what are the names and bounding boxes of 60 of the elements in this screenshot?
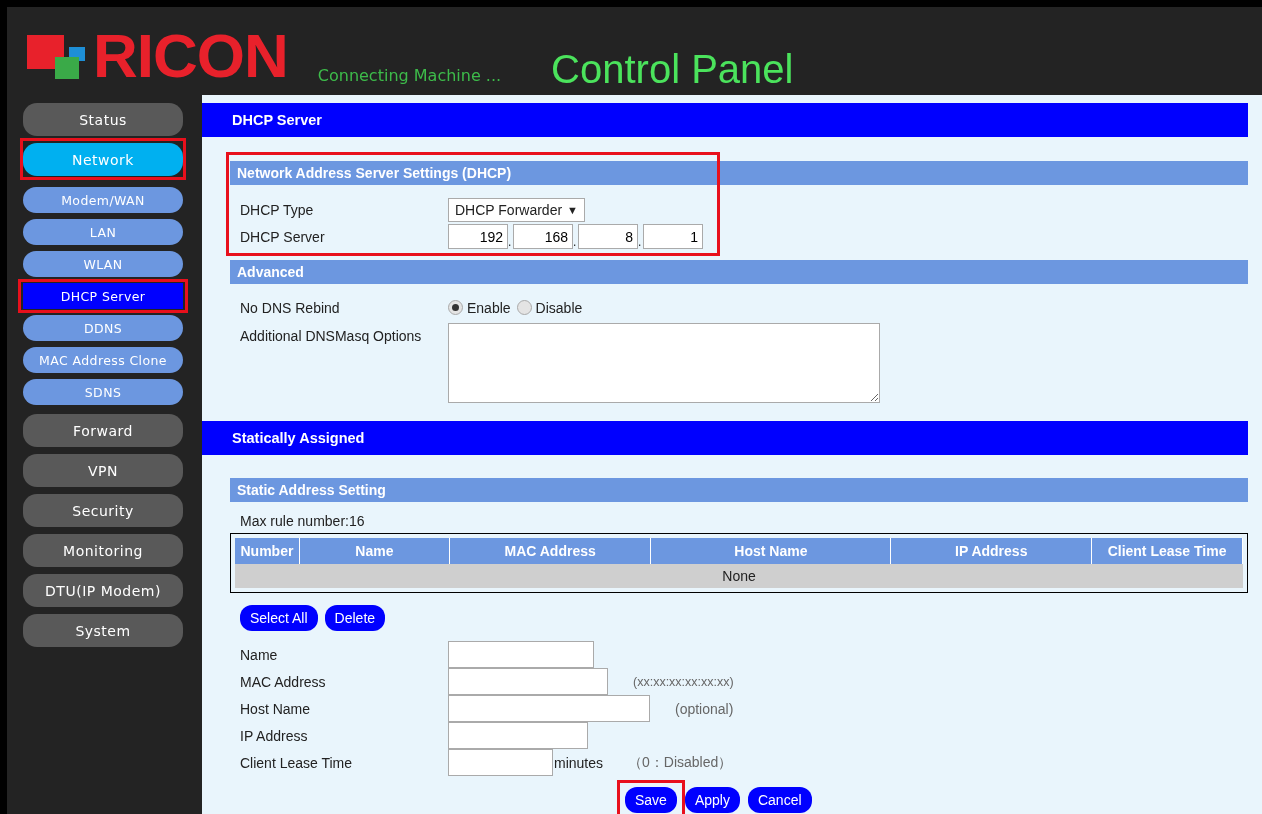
input-field[interactable]	[448, 695, 650, 722]
column-header: Host Name	[651, 538, 892, 564]
nav-subitem[interactable]: DHCP Server	[23, 283, 183, 309]
field-label: Client Lease Time	[240, 754, 354, 771]
field-hint: (xx:xx:xx:xx:xx:xx)	[633, 674, 734, 689]
column-header: MAC Address	[449, 538, 652, 564]
field-label: MAC Address	[240, 673, 327, 690]
form-action-button[interactable]: Apply	[684, 787, 740, 813]
options-textarea[interactable]	[448, 323, 880, 403]
ip-octet-field[interactable]: 168	[513, 224, 573, 249]
tagline: Connecting Machine ...	[317, 66, 502, 85]
ip-octet-field[interactable]: 192	[448, 224, 508, 249]
nav-item[interactable]: Forward	[23, 414, 183, 447]
section-title-bar: DHCP Server	[202, 103, 1248, 137]
section-header: Advanced	[230, 260, 1248, 284]
nav-item[interactable]: Status	[23, 103, 183, 136]
empty-row: None	[235, 564, 1243, 588]
nav-item[interactable]: DTU(IP Modem)	[23, 574, 183, 607]
nav-item[interactable]: System	[23, 614, 183, 647]
section-header: Static Address Setting	[230, 478, 1248, 502]
section-header: Network Address Server Settings (DHCP)	[230, 161, 1248, 185]
unit-label: minutes	[554, 754, 604, 771]
field-hint: (optional)	[675, 700, 734, 717]
octet-separator: .	[638, 235, 643, 249]
input-field[interactable]	[448, 749, 553, 776]
section-title-bar: Statically Assigned	[202, 421, 1248, 455]
nav-item[interactable]: Security	[23, 494, 183, 527]
page-header-title: Control Panel	[551, 49, 794, 89]
form-action-button[interactable]: Cancel	[747, 787, 812, 813]
max-rule-text: Max rule number:16	[239, 512, 366, 531]
field-label: Additional DNSMasq Options	[240, 327, 423, 346]
ip-octet-field[interactable]: 1	[643, 224, 703, 249]
input-field[interactable]	[448, 641, 594, 668]
nav-item[interactable]: VPN	[23, 454, 183, 487]
field-label: Host Name	[240, 700, 312, 717]
radio-button[interactable]	[448, 300, 463, 315]
brand-logo: RICON	[93, 25, 288, 87]
radio-label: Enable	[467, 299, 511, 316]
input-field[interactable]	[448, 722, 588, 749]
radio-label: Disable	[535, 299, 583, 316]
field-label: DHCP Type	[240, 201, 315, 218]
octet-separator: .	[573, 235, 578, 249]
field-label: No DNS Rebind	[240, 299, 341, 316]
dhcp-type-select[interactable]: DHCP Forwarder ▼	[448, 197, 585, 222]
table-action-button[interactable]: Delete	[324, 605, 386, 631]
field-label: Name	[240, 646, 279, 663]
input-field[interactable]	[448, 668, 608, 695]
octet-separator: .	[508, 235, 513, 249]
column-header: Client Lease Time	[1092, 538, 1243, 564]
column-header: IP Address	[891, 538, 1093, 564]
column-header: Number	[235, 538, 300, 564]
table-action-button[interactable]: Select All	[240, 605, 318, 631]
form-action-button[interactable]: Save	[625, 787, 677, 813]
column-header: Name	[299, 538, 450, 564]
field-label: DHCP Server	[240, 228, 326, 245]
field-hint: （0：Disabled）	[628, 753, 733, 772]
radio-button[interactable]	[516, 300, 532, 315]
field-label: IP Address	[240, 727, 309, 744]
nav-item[interactable]: Monitoring	[23, 534, 183, 567]
ip-octet-field[interactable]: 8	[578, 224, 638, 249]
